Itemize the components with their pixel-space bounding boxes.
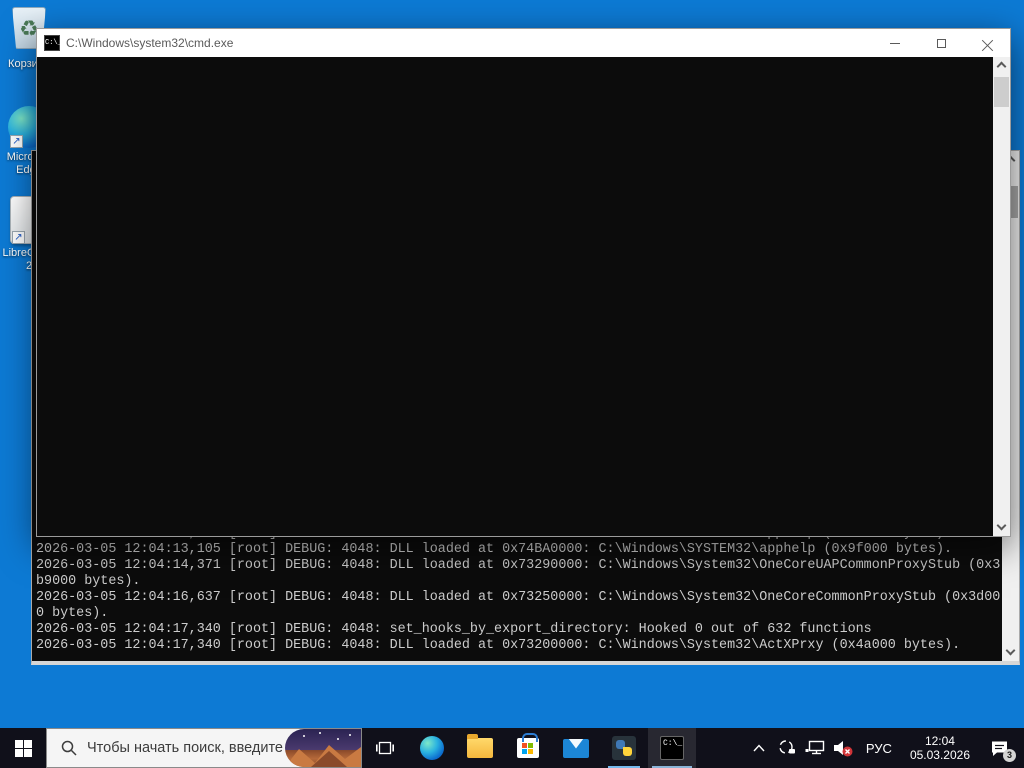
edge-icon — [420, 736, 444, 760]
task-view-icon — [376, 740, 394, 756]
cmd-titlebar[interactable]: C:\_ C:\Windows\system32\cmd.exe — [37, 29, 1010, 57]
chevron-down-icon — [997, 521, 1007, 531]
shortcut-arrow-icon: ↗ — [10, 135, 23, 148]
cmd-icon: C:\_ — [660, 736, 684, 760]
minimize-button[interactable] — [872, 29, 918, 57]
start-button[interactable] — [0, 728, 46, 768]
taskbar: C:\_ — [0, 728, 1024, 768]
microsoft-store-icon — [517, 738, 539, 758]
search-icon — [61, 740, 77, 756]
taskbar-search[interactable] — [46, 728, 362, 768]
mail-icon — [563, 739, 589, 758]
log-line: 2026-03-05 12:04:17,340 [root] DEBUG: 40… — [36, 622, 1000, 638]
taskbar-cmd-button[interactable]: C:\_ — [648, 728, 696, 768]
taskbar-explorer-button[interactable] — [456, 728, 504, 768]
network-button[interactable] — [804, 728, 826, 768]
hidden-icons-button[interactable] — [748, 728, 770, 768]
log-line: 2026-03-05 12:04:14,371 [root] DEBUG: 40… — [36, 558, 1000, 590]
close-icon — [982, 38, 993, 49]
scrollbar-thumb[interactable] — [994, 77, 1009, 107]
maximize-button[interactable] — [918, 29, 964, 57]
taskbar-mail-button[interactable] — [552, 728, 600, 768]
task-view-button[interactable] — [362, 728, 408, 768]
log-line: 2026-03-05 12:04:13,105 [root] DEBUG: 40… — [36, 542, 1000, 558]
cmd-scrollbar[interactable] — [993, 57, 1010, 536]
taskbar-edge-button[interactable] — [408, 728, 456, 768]
chevron-down-icon — [1006, 646, 1016, 656]
scroll-down-button[interactable] — [993, 519, 1010, 536]
file-explorer-icon — [467, 738, 493, 758]
language-indicator[interactable]: РУС — [860, 741, 898, 756]
close-button[interactable] — [964, 29, 1010, 57]
log-line: 2026-03-05 12:04:16,637 [root] DEBUG: 40… — [36, 590, 1000, 622]
system-tray: РУС 12:04 05.03.2026 3 — [748, 728, 1024, 768]
meet-now-camera-icon — [778, 739, 796, 757]
windows-logo-icon — [15, 740, 32, 757]
taskbar-python-console-button[interactable] — [600, 728, 648, 768]
taskbar-store-button[interactable] — [504, 728, 552, 768]
action-center-button[interactable]: 3 — [982, 728, 1016, 768]
python-console-icon — [612, 736, 636, 760]
time-text: 12:04 — [910, 734, 970, 748]
volume-muted-icon — [832, 738, 854, 758]
notification-count-badge: 3 — [1003, 749, 1016, 762]
log-output: 2026-03-05 12:04:13,105 [root] DEBUG: 40… — [36, 526, 999, 654]
search-highlight-image[interactable] — [285, 729, 361, 767]
cmd-window-icon: C:\_ — [44, 35, 60, 51]
mountains-graphic — [285, 729, 361, 767]
volume-button[interactable] — [832, 728, 854, 768]
chevron-up-icon — [753, 744, 765, 752]
log-line: 2026-03-05 12:04:17,340 [root] DEBUG: 40… — [36, 638, 1000, 654]
search-input[interactable] — [87, 740, 315, 756]
cmd-window-title: C:\Windows\system32\cmd.exe — [66, 36, 872, 50]
scroll-up-button[interactable] — [993, 57, 1010, 74]
cmd-window: C:\_ C:\Windows\system32\cmd.exe — [36, 28, 1011, 537]
taskbar-clock[interactable]: 12:04 05.03.2026 — [904, 734, 976, 762]
chevron-up-icon — [997, 62, 1007, 72]
date-text: 05.03.2026 — [910, 748, 970, 762]
meet-now-button[interactable] — [776, 728, 798, 768]
minimize-icon — [890, 43, 900, 44]
ethernet-network-icon — [805, 739, 825, 757]
scroll-down-button[interactable] — [1002, 644, 1019, 661]
shortcut-arrow-icon: ↗ — [12, 231, 25, 244]
maximize-icon — [937, 39, 946, 48]
